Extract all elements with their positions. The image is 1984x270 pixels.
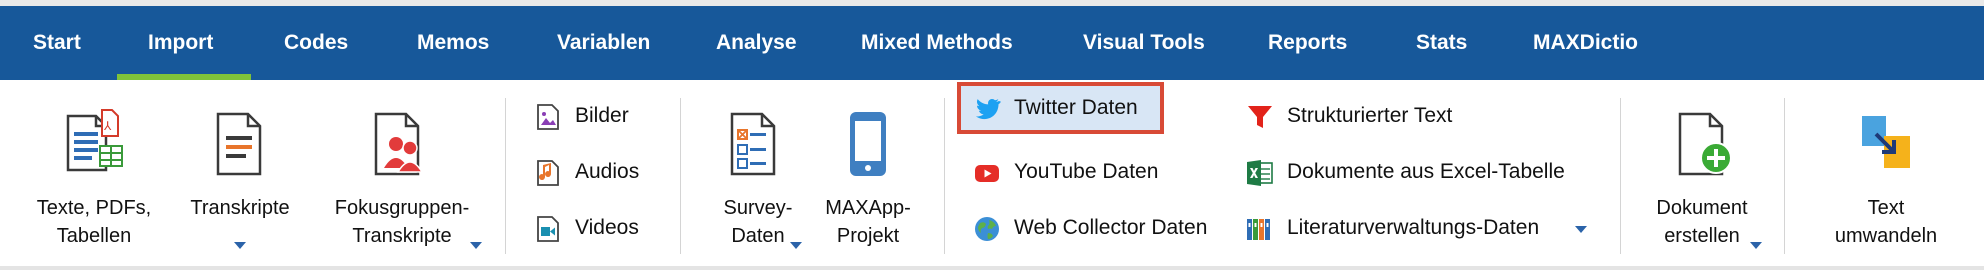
- ribbon-bottom-border: [0, 266, 1984, 270]
- tab-variablen[interactable]: Variablen: [557, 6, 650, 80]
- web-collector-daten-button[interactable]: Web Collector Daten: [973, 206, 1223, 250]
- texte-label-line2: Tabellen: [56, 225, 132, 247]
- tab-memos[interactable]: Memos: [417, 6, 489, 80]
- maxqda-window: Start Import Codes Memos Variablen Analy…: [0, 0, 1984, 270]
- text-umwandeln-button[interactable]: Text umwandeln: [1806, 100, 1966, 252]
- tab-codes[interactable]: Codes: [284, 6, 348, 80]
- literatur-dropdown-caret[interactable]: [1575, 226, 1587, 233]
- ribbon-separator: [944, 98, 945, 254]
- tab-start[interactable]: Start: [33, 6, 81, 80]
- tab-reports[interactable]: Reports: [1268, 6, 1347, 80]
- literatur-label: Literaturverwaltungs-Daten: [1287, 216, 1540, 239]
- survey-dropdown-caret[interactable]: [790, 242, 802, 249]
- videos-label: Videos: [575, 216, 639, 239]
- excel-label: Dokumente aus Excel-Tabelle: [1287, 160, 1565, 183]
- transkripte-label: Transkripte: [190, 197, 290, 219]
- fokus-label-line1: Fokusgruppen-: [334, 197, 470, 219]
- dokument-erstellen-button[interactable]: Dokument erstellen: [1640, 100, 1764, 252]
- excel-icon: [1247, 160, 1273, 186]
- twitter-daten-button[interactable]: Twitter Daten: [973, 86, 1159, 130]
- dokument-label-line1: Dokument: [1656, 197, 1748, 219]
- ribbon-separator: [1620, 98, 1621, 254]
- videos-button[interactable]: Videos: [534, 206, 654, 250]
- convert-text-icon: [1862, 116, 1910, 168]
- dokument-dropdown-caret[interactable]: [1750, 242, 1762, 249]
- dokumente-aus-excel-button[interactable]: Dokumente aus Excel-Tabelle: [1246, 150, 1586, 194]
- fokus-label-line2: Transkripte: [352, 225, 452, 247]
- bilder-button[interactable]: Bilder: [534, 94, 654, 138]
- audio-icon: [537, 160, 559, 186]
- twitter-label: Twitter Daten: [1014, 96, 1138, 119]
- text-pdf-table-icon: ⅄: [66, 109, 123, 172]
- text-umwandeln-label-line1: Text: [1867, 197, 1905, 219]
- tab-stats[interactable]: Stats: [1416, 6, 1467, 80]
- bilder-label: Bilder: [575, 104, 629, 127]
- tab-maxdictio[interactable]: MAXDictio: [1533, 6, 1638, 80]
- ribbon-separator: [505, 98, 506, 254]
- funnel-icon: [1248, 106, 1272, 128]
- strukturierter-text-button[interactable]: Strukturierter Text: [1246, 94, 1496, 138]
- web-collector-label: Web Collector Daten: [1014, 216, 1208, 239]
- books-icon: [1247, 219, 1270, 240]
- dokument-label-line2: erstellen: [1664, 225, 1740, 247]
- audios-label: Audios: [575, 160, 640, 183]
- texte-label-line1: Texte, PDFs,: [36, 197, 152, 219]
- youtube-label: YouTube Daten: [1014, 160, 1159, 183]
- ribbon-tab-bar: Start Import Codes Memos Variablen Analy…: [0, 6, 1984, 83]
- svg-text:⅄: ⅄: [103, 119, 112, 133]
- mobile-phone-icon: [850, 112, 886, 176]
- focus-group-icon: [374, 112, 424, 176]
- video-icon: [537, 216, 559, 242]
- literaturverwaltungs-daten-button[interactable]: Literaturverwaltungs-Daten: [1246, 206, 1586, 250]
- strukturierter-text-label: Strukturierter Text: [1287, 104, 1453, 127]
- survey-icon: [730, 112, 776, 176]
- text-umwandeln-label-line2: umwandeln: [1834, 225, 1938, 247]
- tab-analyse[interactable]: Analyse: [716, 6, 797, 80]
- ribbon-separator: [680, 98, 681, 254]
- tab-visual-tools[interactable]: Visual Tools: [1083, 6, 1205, 80]
- audios-button[interactable]: Audios: [534, 150, 654, 194]
- fokus-dropdown-caret[interactable]: [470, 242, 482, 249]
- maxapp-label-line2: Projekt: [836, 225, 900, 247]
- survey-daten-button[interactable]: Survey- Daten: [706, 100, 810, 252]
- maxapp-projekt-button[interactable]: MAXApp- Projekt: [814, 100, 922, 252]
- maxapp-label-line1: MAXApp-: [825, 197, 911, 219]
- tab-import[interactable]: Import: [148, 6, 213, 80]
- texte-pdfs-tabellen-button[interactable]: ⅄ Texte, PDFs, Tabellen: [22, 100, 166, 252]
- globe-icon: [975, 217, 999, 241]
- twitter-bird-icon: [975, 99, 1001, 120]
- youtube-icon: [975, 165, 999, 182]
- ribbon-separator: [1784, 98, 1785, 254]
- new-document-icon: [1678, 112, 1732, 176]
- image-icon: [537, 104, 559, 130]
- youtube-daten-button[interactable]: YouTube Daten: [973, 150, 1173, 194]
- transcript-icon: [216, 112, 262, 176]
- fokusgruppen-transkripte-button[interactable]: Fokusgruppen- Transkripte: [318, 100, 486, 252]
- survey-label-line1: Survey-: [723, 197, 793, 219]
- tab-mixed-methods[interactable]: Mixed Methods: [861, 6, 1013, 80]
- transkripte-dropdown-caret[interactable]: [234, 242, 246, 249]
- transkripte-button[interactable]: Transkripte: [176, 100, 304, 252]
